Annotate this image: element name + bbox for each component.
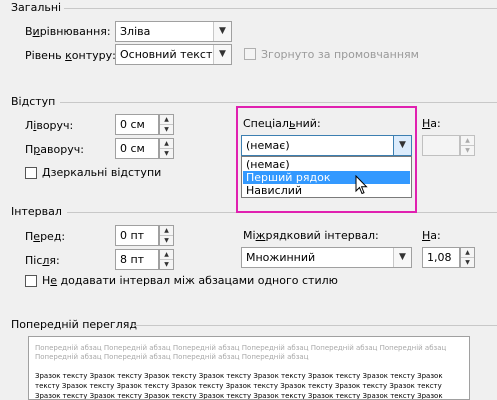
- spin-down-icon[interactable]: ▼: [461, 146, 474, 155]
- space-after-spinner[interactable]: ▲ ▼: [159, 249, 174, 270]
- highlight-frame: [236, 106, 417, 213]
- dont-add-space-label: Не додавати інтервал між абзацами одного…: [42, 274, 338, 287]
- chevron-down-icon[interactable]: ▼: [213, 45, 231, 64]
- spin-down-icon[interactable]: ▼: [160, 125, 173, 134]
- collapsed-by-default-checkbox[interactable]: [244, 48, 256, 60]
- space-before-input[interactable]: 0 пт: [115, 225, 159, 246]
- at-spinner[interactable]: ▲ ▼: [460, 247, 475, 268]
- mirror-indents-checkbox[interactable]: [25, 167, 37, 179]
- spin-up-icon[interactable]: ▲: [160, 139, 173, 149]
- space-after-value: 8 пт: [120, 253, 145, 266]
- left-indent-input[interactable]: 0 см: [115, 114, 159, 135]
- by-spinner[interactable]: ▲ ▼: [460, 135, 475, 156]
- alignment-dropdown[interactable]: Зліва ▼: [115, 21, 232, 42]
- preview-section-heading: Попередній перегляд: [11, 318, 137, 331]
- space-after-label: Після:: [25, 254, 60, 267]
- preview-separator: [134, 325, 497, 326]
- at-value: 1,08: [427, 251, 452, 264]
- outline-level-value: Основний текст: [120, 48, 213, 61]
- spin-down-icon[interactable]: ▼: [461, 258, 474, 267]
- right-indent-value: 0 см: [120, 142, 145, 155]
- line-spacing-dropdown[interactable]: Множинний ▼: [241, 247, 412, 268]
- spin-down-icon[interactable]: ▼: [160, 149, 173, 158]
- spin-up-icon[interactable]: ▲: [160, 226, 173, 236]
- outline-level-dropdown[interactable]: Основний текст ▼: [115, 44, 232, 65]
- spacing-section-heading: Інтервал: [11, 205, 62, 218]
- right-indent-label: Праворуч:: [25, 143, 84, 156]
- at-input[interactable]: 1,08: [422, 247, 460, 268]
- at-label: На:: [422, 229, 441, 242]
- spacing-separator-right: [417, 212, 497, 213]
- spin-up-icon[interactable]: ▲: [160, 250, 173, 260]
- alignment-label: Вирівнювання:: [25, 25, 111, 38]
- chevron-down-icon[interactable]: ▼: [213, 22, 231, 41]
- preview-previous-paragraph: Попередній абзац Попередній абзац Попере…: [35, 344, 447, 361]
- alignment-value: Зліва: [120, 25, 151, 38]
- preview-pane: Попередній абзац Попередній абзац Попере…: [28, 336, 470, 400]
- general-section-heading: Загальні: [11, 1, 62, 14]
- mirror-indents-label: Дзеркальні відступи: [42, 166, 162, 179]
- preview-sample-text: Зразок тексту Зразок тексту Зразок текст…: [35, 372, 443, 400]
- spin-down-icon[interactable]: ▼: [160, 236, 173, 245]
- space-before-label: Перед:: [25, 230, 66, 243]
- outline-level-label: Рівень контуру:: [25, 49, 116, 62]
- line-spacing-label: Міжрядковий інтервал:: [243, 229, 379, 242]
- dont-add-space-checkbox[interactable]: [25, 275, 37, 287]
- line-spacing-value: Множинний: [246, 251, 316, 264]
- spin-up-icon[interactable]: ▲: [461, 248, 474, 258]
- left-indent-label: Ліворуч:: [25, 119, 74, 132]
- space-before-spinner[interactable]: ▲ ▼: [159, 225, 174, 246]
- space-after-input[interactable]: 8 пт: [115, 249, 159, 270]
- collapsed-by-default-label: Згорнуто за промовчанням: [261, 48, 419, 61]
- space-before-value: 0 пт: [120, 229, 145, 242]
- left-indent-value: 0 см: [120, 118, 145, 131]
- indent-separator: [60, 102, 497, 103]
- spacing-separator: [67, 212, 236, 213]
- indent-section-heading: Відступ: [11, 95, 56, 108]
- chevron-down-icon[interactable]: ▼: [393, 248, 411, 267]
- spin-up-icon[interactable]: ▲: [160, 115, 173, 125]
- by-input[interactable]: [422, 135, 460, 156]
- by-label: На:: [422, 117, 441, 130]
- right-indent-input[interactable]: 0 см: [115, 138, 159, 159]
- spin-down-icon[interactable]: ▼: [160, 260, 173, 269]
- left-indent-spinner[interactable]: ▲ ▼: [159, 114, 174, 135]
- general-separator: [64, 8, 497, 9]
- spin-up-icon[interactable]: ▲: [461, 136, 474, 146]
- right-indent-spinner[interactable]: ▲ ▼: [159, 138, 174, 159]
